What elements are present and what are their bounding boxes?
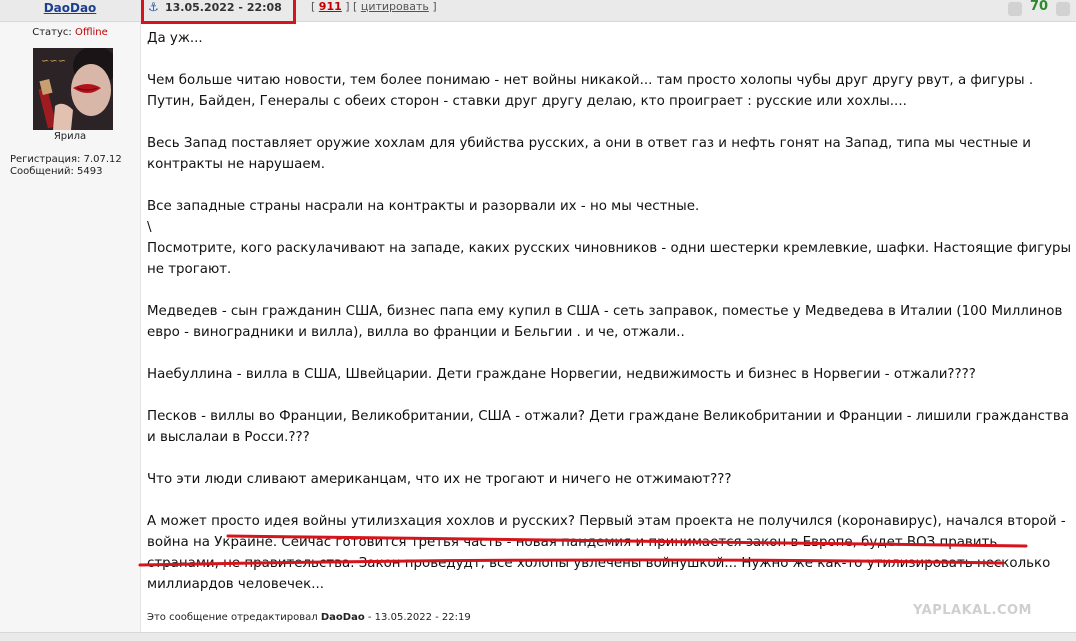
post-paragraph: Что эти люди сливают американцам, что их…: [147, 472, 732, 487]
author-avatar[interactable]: ∽∽∽: [33, 48, 113, 130]
author-username-link[interactable]: DaoDao: [0, 1, 140, 15]
post-datetime: 13.05.2022 - 22:08: [165, 1, 282, 14]
post-body: Да уж... Чем больше читаю новости, тем б…: [147, 28, 1072, 616]
post-paragraph: Весь Запад поставляет оружие хохлам для …: [147, 136, 1031, 172]
edit-user: DaoDao: [320, 612, 365, 623]
post-paragraph: А может просто идея войны утилизхация хо…: [147, 514, 1066, 592]
avatar-image: ∽∽∽: [33, 48, 113, 130]
edit-note: Это сообщение отредактировал DaoDao - 13…: [147, 612, 471, 623]
post-links: [ 911 ] [ цитировать ]: [311, 0, 437, 13]
post-paragraph: Посмотрите, кого раскулачивают на западе…: [147, 241, 1072, 277]
post-paragraph: Медведев - сын гражданин США, бизнес пап…: [147, 304, 1063, 340]
author-stats: Регистрация: 7.07.12 Сообщений: 5493: [10, 154, 122, 178]
site-watermark: YAPLAKAL.COM: [913, 603, 1032, 618]
post-paragraph: Все западные страны насрали на контракты…: [147, 199, 700, 214]
post-paragraph: Песков - виллы во Франции, Великобритани…: [147, 409, 1069, 445]
post-paragraph: \: [147, 220, 152, 235]
edit-suffix: - 13.05.2022 - 22:19: [364, 612, 471, 623]
author-status: Статус: Offline: [0, 27, 140, 38]
edit-prefix: Это сообщение отредактировал: [147, 612, 318, 623]
anchor-icon[interactable]: ⚓: [148, 0, 159, 14]
rating-plus-icon[interactable]: [1056, 2, 1070, 16]
status-label: Статус:: [32, 27, 72, 38]
post-rating: 70: [1030, 0, 1049, 14]
svg-text:∽∽∽: ∽∽∽: [41, 56, 66, 67]
post-paragraph: Да уж...: [147, 31, 203, 46]
post-paragraph: Чем больше читаю новости, тем более пони…: [147, 73, 1034, 109]
quote-link[interactable]: цитировать: [361, 0, 429, 13]
registration-date: Регистрация: 7.07.12: [10, 154, 122, 165]
status-value: Offline: [74, 27, 108, 38]
post-number-link[interactable]: 911: [319, 0, 342, 13]
message-count: Сообщений: 5493: [10, 166, 103, 177]
post-paragraph: Наебуллина - вилла в США, Швейцарии. Дет…: [147, 367, 976, 382]
rating-minus-icon[interactable]: [1008, 2, 1022, 16]
avatar-caption: Ярила: [53, 131, 87, 142]
